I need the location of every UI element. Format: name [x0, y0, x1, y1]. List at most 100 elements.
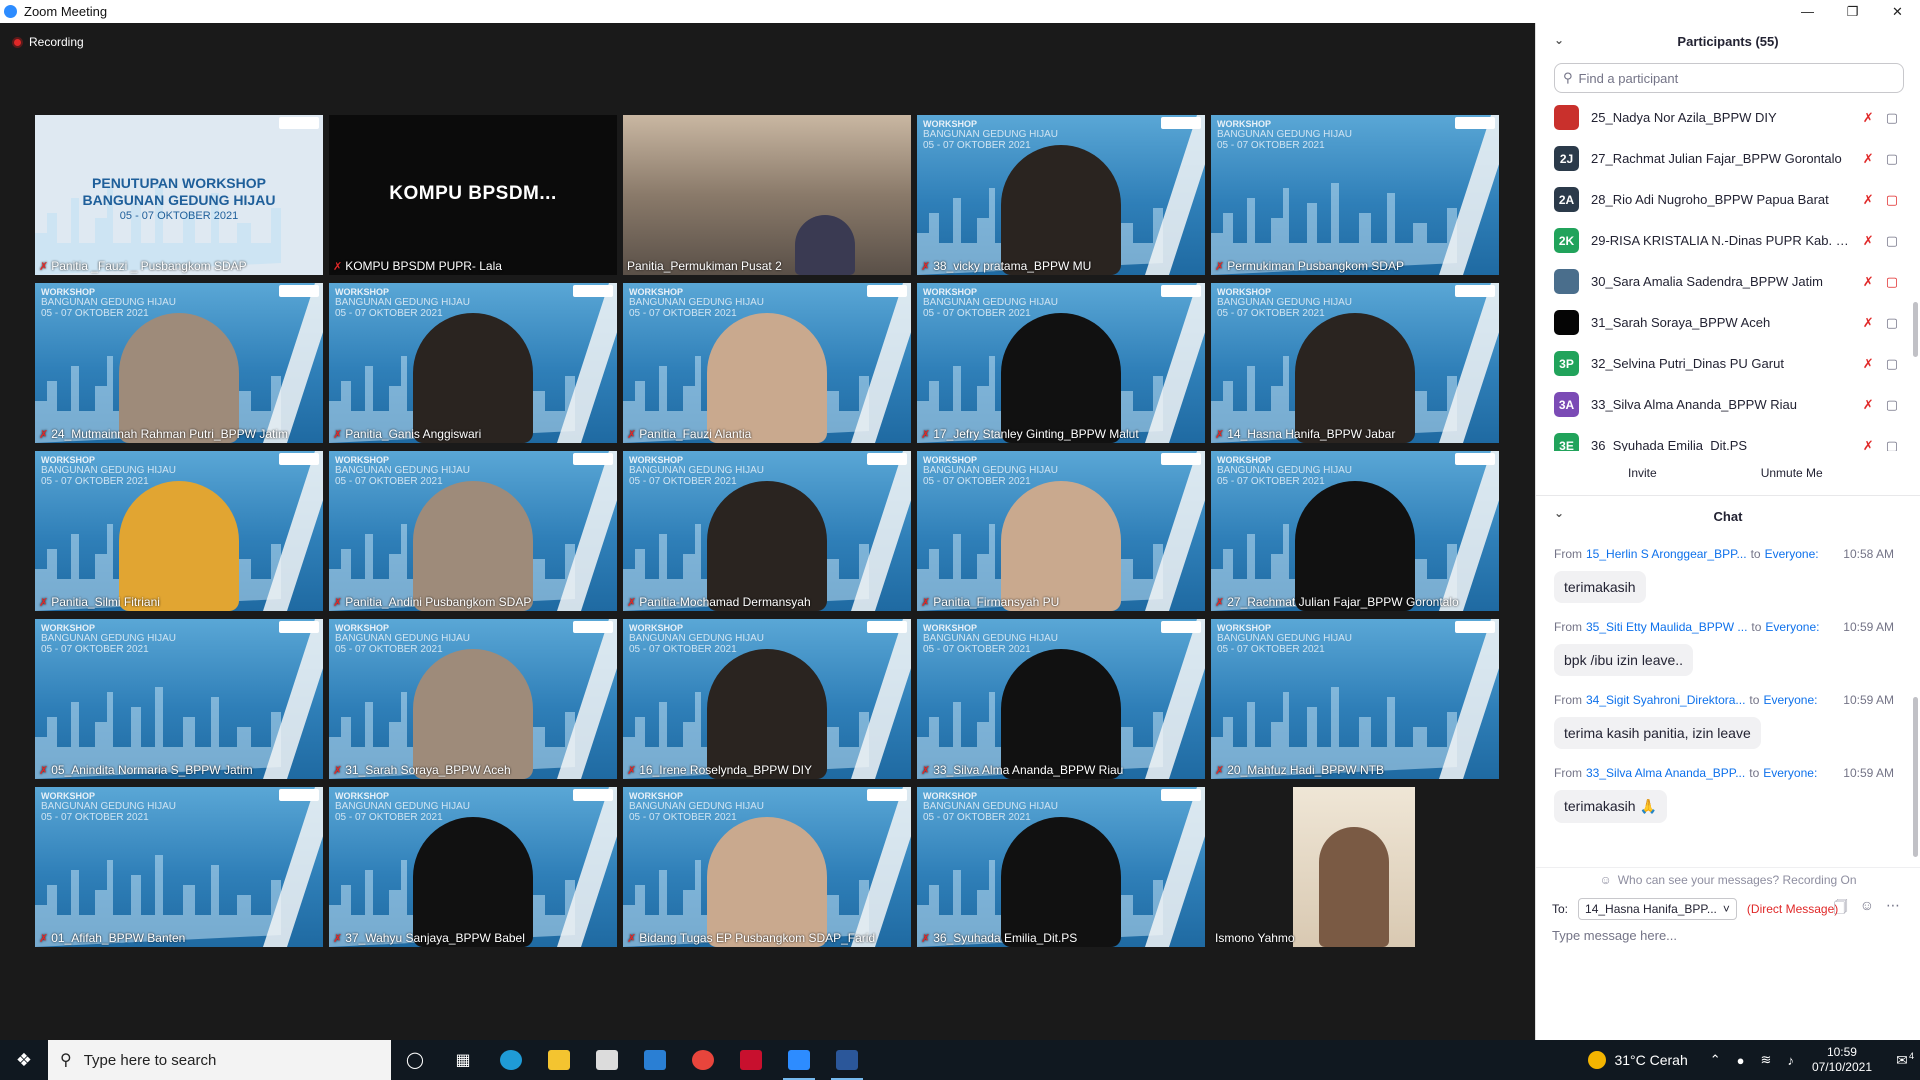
participant-search[interactable]: ⚲ — [1554, 63, 1904, 93]
participant-row[interactable]: 3A 33_Silva Alma Ananda_BPPW Riau ✗ ▢ — [1536, 384, 1920, 425]
antivirus-icon[interactable] — [727, 1040, 775, 1080]
edge-icon[interactable] — [487, 1040, 535, 1080]
video-tile[interactable]: WORKSHOP BANGUNAN GEDUNG HIJAU 05 - 07 OK… — [623, 451, 911, 611]
participant-row[interactable]: 2A 28_Rio Adi Nugroho_BPPW Papua Barat ✗ ▢ — [1536, 179, 1920, 220]
mic-muted-icon[interactable]: ✗ — [1863, 356, 1874, 372]
video-tile[interactable]: PENUTUPAN WORKSHOP BANGUNAN GEDUNG HIJAU… — [35, 115, 323, 275]
video-tile[interactable]: WORKSHOP BANGUNAN GEDUNG HIJAU 05 - 07 OK… — [329, 619, 617, 779]
video-tile[interactable]: WORKSHOP BANGUNAN GEDUNG HIJAU 05 - 07 OK… — [917, 283, 1205, 443]
mic-muted-icon[interactable]: ✗ — [1863, 397, 1874, 413]
chevron-down-icon[interactable]: ⌄ — [1554, 33, 1564, 47]
video-icon[interactable]: ▢ — [1886, 397, 1898, 413]
cortana-icon[interactable]: ◯ — [391, 1040, 439, 1080]
mic-muted-icon[interactable]: ✗ — [1863, 274, 1874, 290]
volume-icon[interactable]: ♪ — [1787, 1053, 1794, 1068]
weather-widget[interactable]: 31°C Cerah — [1588, 1051, 1688, 1069]
invite-button[interactable]: Invite — [1618, 461, 1667, 485]
video-icon[interactable]: ▢ — [1886, 110, 1898, 126]
chrome-icon[interactable] — [679, 1040, 727, 1080]
windows-start-button[interactable]: ❖ — [0, 1040, 48, 1080]
video-icon[interactable]: ▢ — [1886, 438, 1898, 451]
more-icon[interactable]: ⋯ — [1886, 897, 1900, 921]
participant-row[interactable]: 2K 29-RISA KRISTALIA N.-Dinas PUPR Kab. G… — [1536, 220, 1920, 261]
video-tile[interactable]: WORKSHOP BANGUNAN GEDUNG HIJAU 05 - 07 OK… — [329, 283, 617, 443]
video-icon[interactable]: ▢ — [1886, 233, 1898, 249]
word-icon[interactable] — [823, 1040, 871, 1080]
minimize-button[interactable]: — — [1785, 0, 1830, 23]
task-view-icon[interactable]: ▦ — [439, 1040, 487, 1080]
mic-muted-icon[interactable]: ✗ — [1863, 315, 1874, 331]
participant-list[interactable]: 25_Nadya Nor Azila_BPPW DIY ✗ ▢ 2J 27_Rachma… — [1536, 97, 1920, 451]
chat-recipient[interactable]: Everyone: — [1763, 693, 1817, 707]
participant-row[interactable]: 31_Sarah Soraya_BPPW Aceh ✗ ▢ — [1536, 302, 1920, 343]
chat-message-input[interactable] — [1552, 928, 1892, 943]
mic-muted-icon[interactable]: ✗ — [1863, 151, 1874, 167]
find-participant-input[interactable] — [1578, 70, 1879, 86]
mail-icon[interactable] — [631, 1040, 679, 1080]
mic-muted-icon[interactable]: ✗ — [1863, 233, 1874, 249]
video-tile[interactable]: WORKSHOP BANGUNAN GEDUNG HIJAU 05 - 07 OK… — [917, 787, 1205, 947]
video-tile[interactable]: WORKSHOP BANGUNAN GEDUNG HIJAU 05 - 07 OK… — [623, 283, 911, 443]
taskbar-search[interactable]: ⚲ — [48, 1040, 391, 1080]
microphone-icon[interactable]: ● — [1737, 1053, 1745, 1068]
participant-scrollbar[interactable] — [1913, 302, 1918, 357]
restore-button[interactable]: ❐ — [1830, 0, 1875, 23]
chat-sender[interactable]: 15_Herlin S Aronggear_BPP... — [1586, 547, 1747, 561]
video-tile[interactable]: WORKSHOP BANGUNAN GEDUNG HIJAU 05 - 07 OK… — [917, 451, 1205, 611]
video-tile[interactable]: WORKSHOP BANGUNAN GEDUNG HIJAU 05 - 07 OK… — [917, 619, 1205, 779]
video-tile[interactable]: WORKSHOP BANGUNAN GEDUNG HIJAU 05 - 07 OK… — [1211, 283, 1499, 443]
video-icon[interactable]: ▢ — [1886, 151, 1898, 167]
video-tile[interactable]: WORKSHOP BANGUNAN GEDUNG HIJAU 05 - 07 OK… — [1211, 619, 1499, 779]
file-explorer-icon[interactable] — [535, 1040, 583, 1080]
chat-sender[interactable]: 33_Silva Alma Ananda_BPP... — [1586, 766, 1745, 780]
chat-sender[interactable]: 34_Sigit Syahroni_Direktora... — [1586, 693, 1745, 707]
video-tile[interactable]: WORKSHOP BANGUNAN GEDUNG HIJAU 05 - 07 OK… — [329, 451, 617, 611]
video-tile[interactable]: WORKSHOP BANGUNAN GEDUNG HIJAU 05 - 07 OK… — [35, 787, 323, 947]
chat-recipient[interactable]: Everyone: — [1765, 547, 1819, 561]
participant-row[interactable]: 30_Sara Amalia Sadendra_BPPW Jatim ✗ ▢ — [1536, 261, 1920, 302]
chat-recipient[interactable]: Everyone: — [1763, 766, 1817, 780]
chat-scrollbar[interactable] — [1913, 697, 1918, 857]
chat-recipient[interactable]: Everyone: — [1765, 620, 1819, 634]
who-can-see-link[interactable]: ☺ Who can see your messages? Recording O… — [1536, 867, 1920, 891]
file-icon[interactable]: 🗍 — [1834, 897, 1848, 921]
video-off-icon[interactable]: ▢ — [1886, 274, 1898, 290]
recording-indicator[interactable]: Recording — [12, 35, 84, 49]
chevron-up-icon[interactable]: ⌃ — [1710, 1052, 1721, 1068]
recipient-dropdown[interactable]: 14_Hasna Hanifa_BPP... ˅ — [1578, 898, 1737, 920]
video-tile[interactable]: WORKSHOP BANGUNAN GEDUNG HIJAU 05 - 07 OK… — [1211, 451, 1499, 611]
store-icon[interactable] — [583, 1040, 631, 1080]
video-tile[interactable]: WORKSHOP BANGUNAN GEDUNG HIJAU 05 - 07 OK… — [623, 787, 911, 947]
mic-muted-icon[interactable]: ✗ — [1863, 438, 1874, 451]
video-tile[interactable]: Panitia_Permukiman Pusat 2 — [623, 115, 911, 275]
chevron-down-icon[interactable]: ⌄ — [1554, 506, 1564, 520]
notification-icon[interactable]: ✉ 4 — [1884, 1051, 1920, 1069]
mic-muted-icon[interactable]: ✗ — [1863, 110, 1874, 126]
participant-row[interactable]: 2J 27_Rachmat Julian Fajar_BPPW Gorontalo… — [1536, 138, 1920, 179]
video-tile[interactable]: WORKSHOP BANGUNAN GEDUNG HIJAU 05 - 07 OK… — [35, 619, 323, 779]
video-tile[interactable]: KOMPU BPSDM... ✗ KOMPU BPSDM PUPR- Lala — [329, 115, 617, 275]
taskbar-search-input[interactable] — [83, 1051, 364, 1069]
video-tile[interactable]: WORKSHOP BANGUNAN GEDUNG HIJAU 05 - 07 OK… — [329, 787, 617, 947]
video-icon[interactable]: ▢ — [1886, 356, 1898, 372]
video-tile[interactable]: WORKSHOP BANGUNAN GEDUNG HIJAU 05 - 07 OK… — [35, 283, 323, 443]
mic-muted-icon[interactable]: ✗ — [1863, 192, 1874, 208]
taskbar-clock[interactable]: 10:59 07/10/2021 — [1812, 1045, 1872, 1075]
unmute-me-button[interactable]: Unmute Me — [1751, 461, 1833, 485]
participant-row[interactable]: 3P 32_Selvina Putri_Dinas PU Garut ✗ ▢ — [1536, 343, 1920, 384]
video-icon[interactable]: ▢ — [1886, 315, 1898, 331]
video-tile[interactable]: WORKSHOP BANGUNAN GEDUNG HIJAU 05 - 07 OK… — [1211, 115, 1499, 275]
emoji-icon[interactable]: ☺ — [1860, 897, 1874, 921]
zoom-taskbar-icon[interactable] — [775, 1040, 823, 1080]
wifi-icon[interactable]: ≋ — [1761, 1052, 1772, 1068]
participant-row[interactable]: 3E 36_Syuhada Emilia_Dit.PS ✗ ▢ — [1536, 425, 1920, 451]
video-tile[interactable]: WORKSHOP BANGUNAN GEDUNG HIJAU 05 - 07 OK… — [35, 451, 323, 611]
video-off-icon[interactable]: ▢ — [1886, 192, 1898, 208]
video-tile[interactable]: WORKSHOP BANGUNAN GEDUNG HIJAU 05 - 07 OK… — [623, 619, 911, 779]
video-tile[interactable]: Ismono Yahmo — [1211, 787, 1499, 947]
video-tile[interactable]: WORKSHOP BANGUNAN GEDUNG HIJAU 05 - 07 OK… — [917, 115, 1205, 275]
chat-sender[interactable]: 35_Siti Etty Maulida_BPPW ... — [1586, 620, 1747, 634]
chat-message-list[interactable]: From 15_Herlin S Aronggear_BPP... to Everyo… — [1536, 537, 1920, 867]
participant-row[interactable]: 25_Nadya Nor Azila_BPPW DIY ✗ ▢ — [1536, 97, 1920, 138]
close-window-button[interactable]: ✕ — [1875, 0, 1920, 23]
